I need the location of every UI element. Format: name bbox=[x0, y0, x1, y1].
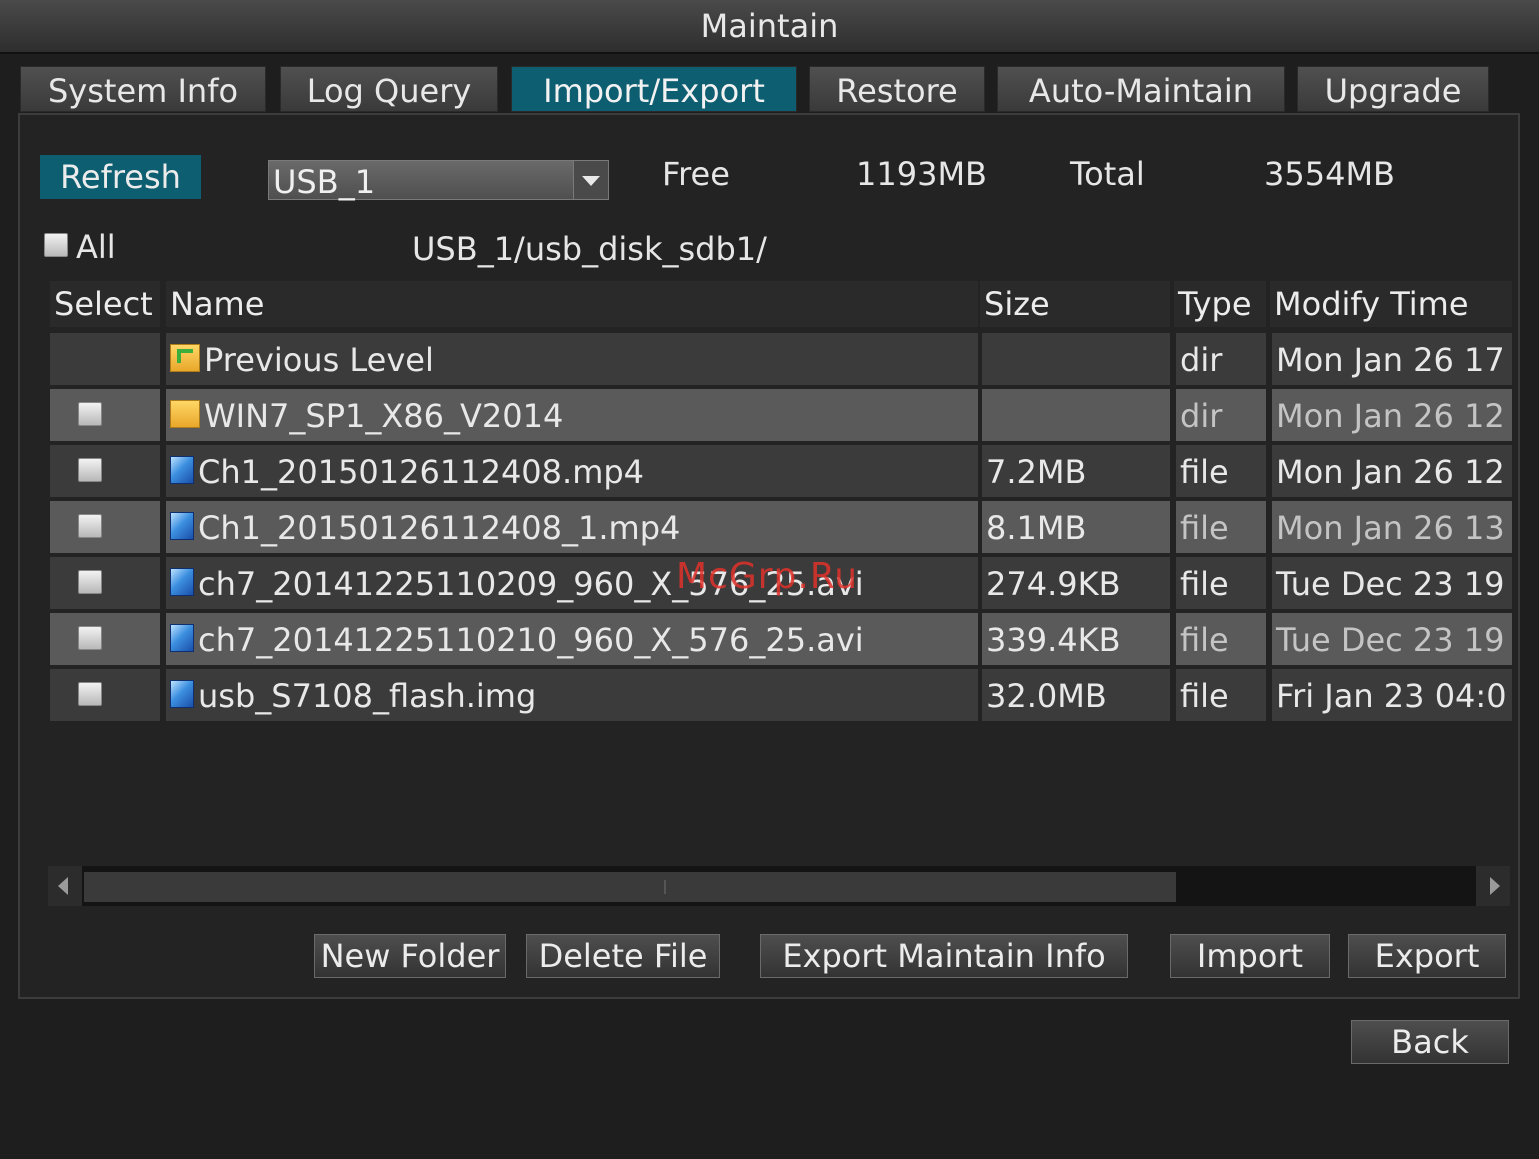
file-name: usb_S7108_flash.img bbox=[198, 677, 537, 715]
row-checkbox[interactable] bbox=[78, 570, 102, 594]
name-cell: Ch1_20150126112408_1.mp4 bbox=[166, 501, 978, 553]
type-cell: dir bbox=[1176, 333, 1266, 385]
file-icon bbox=[170, 680, 194, 708]
select-all-checkbox[interactable] bbox=[44, 233, 68, 257]
select-cell bbox=[50, 389, 160, 441]
row-checkbox[interactable] bbox=[78, 626, 102, 650]
total-label: Total bbox=[1070, 155, 1145, 193]
size-cell: 32.0MB bbox=[982, 669, 1170, 721]
tab-upgrade[interactable]: Upgrade bbox=[1297, 66, 1489, 112]
table-row[interactable]: Ch1_20150126112408.mp4 7.2MB file Mon Jan 2… bbox=[50, 445, 1512, 497]
col-select: Select bbox=[50, 281, 160, 327]
refresh-button[interactable]: Refresh bbox=[40, 155, 201, 199]
current-path: USB_1/usb_disk_sdb1/ bbox=[412, 230, 767, 268]
scrollbar-thumb[interactable] bbox=[84, 872, 1176, 902]
col-modify-time: Modify Time bbox=[1270, 281, 1512, 327]
name-cell: WIN7_SP1_X86_V2014 bbox=[166, 389, 978, 441]
table-row[interactable]: ch7_20141225110210_960_X_576_25.avi 339.4… bbox=[50, 613, 1512, 665]
col-name: Name bbox=[166, 281, 978, 327]
total-value: 3554MB bbox=[1264, 155, 1395, 193]
modify-time-cell: Tue Dec 23 19 bbox=[1272, 557, 1512, 609]
table-row[interactable]: usb_S7108_flash.img 32.0MB file Fri Jan 23 … bbox=[50, 669, 1512, 721]
name-cell: usb_S7108_flash.img bbox=[166, 669, 978, 721]
size-cell: 7.2MB bbox=[982, 445, 1170, 497]
col-size: Size bbox=[980, 281, 1170, 327]
size-cell: 339.4KB bbox=[982, 613, 1170, 665]
type-cell: file bbox=[1176, 669, 1266, 721]
select-cell bbox=[50, 333, 160, 385]
tab-system-info[interactable]: System Info bbox=[20, 66, 266, 112]
modify-time-cell: Tue Dec 23 19 bbox=[1272, 613, 1512, 665]
tab-auto-maintain[interactable]: Auto-Maintain bbox=[997, 66, 1285, 112]
free-label: Free bbox=[662, 155, 730, 193]
select-cell bbox=[50, 669, 160, 721]
size-cell bbox=[982, 333, 1170, 385]
select-cell bbox=[50, 501, 160, 553]
horizontal-scrollbar[interactable] bbox=[48, 866, 1510, 906]
device-select[interactable]: USB_1 bbox=[268, 160, 609, 201]
table-header: Select Name Size Type Modify Time bbox=[50, 281, 1512, 333]
select-cell bbox=[50, 613, 160, 665]
scroll-right-icon[interactable] bbox=[1476, 866, 1510, 906]
free-value: 1193MB bbox=[856, 155, 987, 193]
file-icon bbox=[170, 512, 194, 540]
size-cell bbox=[982, 389, 1170, 441]
modify-time-cell: Mon Jan 26 13 bbox=[1272, 501, 1512, 553]
modify-time-cell: Mon Jan 26 17 bbox=[1272, 333, 1512, 385]
row-checkbox[interactable] bbox=[78, 402, 102, 426]
name-cell: ch7_20141225110210_960_X_576_25.avi bbox=[166, 613, 978, 665]
chevron-down-icon[interactable] bbox=[573, 161, 608, 199]
select-all-label: All bbox=[76, 228, 116, 266]
new-folder-button[interactable]: New Folder bbox=[314, 934, 506, 978]
size-cell: 8.1MB bbox=[982, 501, 1170, 553]
file-icon bbox=[170, 568, 194, 596]
modify-time-cell: Mon Jan 26 12 bbox=[1272, 389, 1512, 441]
name-cell: Ch1_20150126112408.mp4 bbox=[166, 445, 978, 497]
size-cell: 274.9KB bbox=[982, 557, 1170, 609]
tab-restore[interactable]: Restore bbox=[809, 66, 985, 112]
back-button[interactable]: Back bbox=[1351, 1020, 1509, 1064]
modify-time-cell: Fri Jan 23 04:0 bbox=[1272, 669, 1512, 721]
device-select-value: USB_1 bbox=[273, 163, 376, 201]
file-icon bbox=[170, 624, 194, 652]
file-icon bbox=[170, 456, 194, 484]
watermark-text: McGrp.Ru bbox=[676, 556, 859, 597]
row-checkbox[interactable] bbox=[78, 458, 102, 482]
select-cell bbox=[50, 557, 160, 609]
name-cell: Previous Level bbox=[166, 333, 978, 385]
type-cell: file bbox=[1176, 501, 1266, 553]
import-button[interactable]: Import bbox=[1170, 934, 1330, 978]
type-cell: file bbox=[1176, 613, 1266, 665]
file-name: ch7_20141225110210_960_X_576_25.avi bbox=[198, 621, 864, 659]
file-name: WIN7_SP1_X86_V2014 bbox=[204, 397, 564, 435]
tab-import-export[interactable]: Import/Export bbox=[511, 66, 797, 112]
modify-time-cell: Mon Jan 26 12 bbox=[1272, 445, 1512, 497]
export-maintain-info-button[interactable]: Export Maintain Info bbox=[760, 934, 1128, 978]
table-row[interactable]: WIN7_SP1_X86_V2014 dir Mon Jan 26 12 bbox=[50, 389, 1512, 441]
row-checkbox[interactable] bbox=[78, 514, 102, 538]
tab-log-query[interactable]: Log Query bbox=[280, 66, 498, 112]
folder-icon bbox=[170, 400, 200, 428]
select-cell bbox=[50, 445, 160, 497]
delete-file-button[interactable]: Delete File bbox=[526, 934, 720, 978]
folder-up-icon bbox=[170, 344, 200, 372]
file-name: Ch1_20150126112408_1.mp4 bbox=[198, 509, 681, 547]
row-checkbox[interactable] bbox=[78, 682, 102, 706]
type-cell: dir bbox=[1176, 389, 1266, 441]
file-name: Previous Level bbox=[204, 341, 434, 379]
table-row[interactable]: Previous Level dir Mon Jan 26 17 bbox=[50, 333, 1512, 385]
export-button[interactable]: Export bbox=[1348, 934, 1506, 978]
type-cell: file bbox=[1176, 445, 1266, 497]
scroll-left-icon[interactable] bbox=[48, 866, 82, 906]
table-row[interactable]: Ch1_20150126112408_1.mp4 8.1MB file Mon Jan… bbox=[50, 501, 1512, 553]
window-title: Maintain bbox=[0, 0, 1539, 54]
type-cell: file bbox=[1176, 557, 1266, 609]
file-name: Ch1_20150126112408.mp4 bbox=[198, 453, 645, 491]
col-type: Type bbox=[1174, 281, 1266, 327]
